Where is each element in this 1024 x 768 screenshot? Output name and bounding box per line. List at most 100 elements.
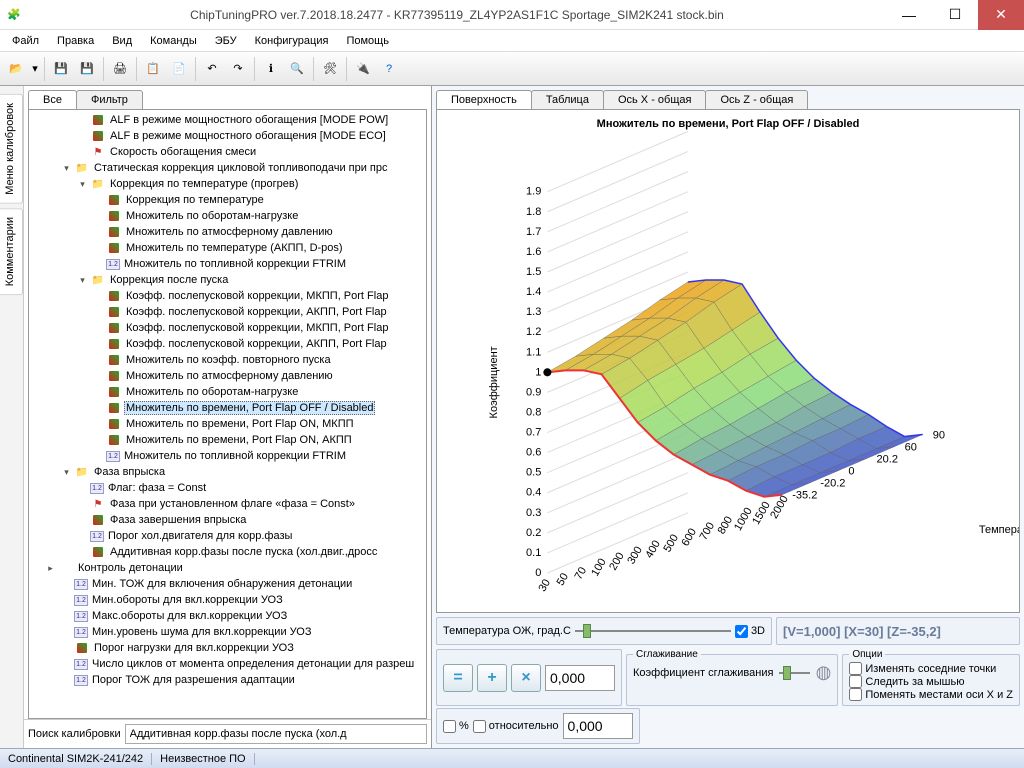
menu-view[interactable]: Вид — [104, 33, 140, 49]
tree-item[interactable]: 1.2Макс.обороты для вкл.коррекции УОЗ — [29, 608, 426, 624]
tree-item[interactable]: Аддитивная корр.фазы после пуска (хол.дв… — [29, 544, 426, 560]
undo-button[interactable]: ↶ — [200, 57, 224, 81]
tree-item[interactable]: Фаза завершения впрыска — [29, 512, 426, 528]
saveall-button[interactable]: 💾 — [75, 57, 99, 81]
svg-text:0: 0 — [848, 466, 854, 478]
svg-text:-20.2: -20.2 — [820, 478, 845, 490]
menu-ecu[interactable]: ЭБУ — [207, 33, 245, 49]
relative-checkbox[interactable] — [473, 720, 486, 733]
tree-item[interactable]: ▾📁Статическая коррекция цикловой топливо… — [29, 160, 426, 176]
tree-item[interactable]: 1.2Порог ТОЖ для разрешения адаптации — [29, 672, 426, 688]
svg-text:1.3: 1.3 — [526, 306, 541, 318]
tree-item[interactable]: ▾📁Коррекция после пуска — [29, 272, 426, 288]
opt-follow-mouse[interactable] — [849, 675, 862, 688]
tab-filter[interactable]: Фильтр — [76, 90, 143, 109]
tree-item[interactable]: ALF в режиме мощностного обогащения [MOD… — [29, 112, 426, 128]
equals-button[interactable]: = — [443, 664, 473, 692]
menubar: Файл Правка Вид Команды ЭБУ Конфигурация… — [0, 30, 1024, 52]
chart-container: Множитель по времени, Port Flap OFF / Di… — [436, 109, 1020, 613]
tree-item[interactable]: Коррекция по температуре — [29, 192, 426, 208]
tree-item[interactable]: Множитель по оборотам-нагрузке — [29, 208, 426, 224]
tree-item[interactable]: Множитель по времени, Port Flap ON, АКПП — [29, 432, 426, 448]
tree-item[interactable]: ALF в режиме мощностного обогащения [MOD… — [29, 128, 426, 144]
svg-text:0: 0 — [535, 567, 541, 579]
tree-item[interactable]: 1.2Множитель по топливной коррекции FTRI… — [29, 256, 426, 272]
tree-item[interactable]: Множитель по времени, Port Flap OFF / Di… — [29, 400, 426, 416]
menu-commands[interactable]: Команды — [142, 33, 205, 49]
connect-button[interactable]: 🔌 — [351, 57, 375, 81]
tree-item[interactable]: Коэфф. послепусковой коррекции, АКПП, Po… — [29, 304, 426, 320]
value-input-1[interactable] — [545, 665, 615, 691]
print-button[interactable]: 🖨 — [108, 57, 132, 81]
search-bar: Поиск калибровки — [24, 719, 431, 748]
smoothing-slider[interactable] — [779, 664, 809, 682]
search-button[interactable]: 🔍 — [285, 57, 309, 81]
tree-item[interactable]: Множитель по атмосферному давлению — [29, 224, 426, 240]
menu-help[interactable]: Помощь — [338, 33, 397, 49]
tree-item[interactable]: 1.2Порог хол.двигателя для корр.фазы — [29, 528, 426, 544]
tree-item[interactable]: ▸Контроль детонации — [29, 560, 426, 576]
checkbox-3d[interactable] — [735, 625, 748, 638]
menu-file[interactable]: Файл — [4, 33, 47, 49]
tree-item[interactable]: Порог нагрузки для вкл.коррекции УОЗ — [29, 640, 426, 656]
tree-item[interactable]: Множитель по атмосферному давлению — [29, 368, 426, 384]
tree-item[interactable]: Коэфф. послепусковой коррекции, МКПП, Po… — [29, 288, 426, 304]
info-button[interactable]: ℹ — [259, 57, 283, 81]
rtab-xaxis[interactable]: Ось X - общая — [603, 90, 707, 109]
tree-item[interactable]: Скорость обогащения смеси — [29, 144, 426, 160]
tree-item[interactable]: 1.2Мин.уровень шума для вкл.коррекции УО… — [29, 624, 426, 640]
tree-item[interactable]: Множитель по температуре (АКПП, D-pos) — [29, 240, 426, 256]
opt-swap-axes[interactable] — [849, 688, 862, 701]
surface-chart[interactable]: 00.10.20.30.40.50.60.70.80.911.11.21.31.… — [437, 130, 1019, 613]
maximize-button[interactable]: ☐ — [932, 0, 978, 30]
left-panel: Все Фильтр ALF в режиме мощностного обог… — [24, 86, 432, 748]
tree-item[interactable]: Коэфф. послепусковой коррекции, МКПП, Po… — [29, 320, 426, 336]
status-firmware: Неизвестное ПО — [152, 753, 254, 765]
svg-text:1.6: 1.6 — [526, 246, 541, 258]
svg-text:60: 60 — [905, 442, 917, 454]
tools-button[interactable]: 🛠 — [318, 57, 342, 81]
open-dropdown[interactable]: ▾ — [30, 57, 40, 81]
tree-item[interactable]: ▾📁Фаза впрыска — [29, 464, 426, 480]
tree-item[interactable]: 1.2Множитель по топливной коррекции FTRI… — [29, 448, 426, 464]
tree-item[interactable]: Коэфф. послепусковой коррекции, АКПП, Po… — [29, 336, 426, 352]
open-button[interactable]: 📂 — [4, 57, 28, 81]
tree-item[interactable]: Множитель по времени, Port Flap ON, МКПП — [29, 416, 426, 432]
copy-button[interactable]: 📋 — [141, 57, 165, 81]
tree-item[interactable]: 1.2Число циклов от момента определения д… — [29, 656, 426, 672]
calibration-tree[interactable]: ALF в режиме мощностного обогащения [MOD… — [28, 109, 427, 719]
tree-item[interactable]: Фаза при установленном флаге «фаза = Con… — [29, 496, 426, 512]
tree-item[interactable]: 1.2Мин. ТОЖ для включения обнаружения де… — [29, 576, 426, 592]
menu-config[interactable]: Конфигурация — [247, 33, 337, 49]
menu-edit[interactable]: Правка — [49, 33, 102, 49]
opt-neighbor[interactable] — [849, 662, 862, 675]
percent-checkbox[interactable] — [443, 720, 456, 733]
minimize-button[interactable]: — — [886, 0, 932, 30]
svg-text:0.4: 0.4 — [526, 487, 541, 499]
tree-item[interactable]: 1.2Мин.обороты для вкл.коррекции УОЗ — [29, 592, 426, 608]
value-input-2[interactable] — [563, 713, 633, 739]
save-button[interactable]: 💾 — [49, 57, 73, 81]
help-button[interactable]: ? — [377, 57, 401, 81]
sphere-icon[interactable]: ◍ — [816, 662, 832, 683]
tree-item[interactable]: Множитель по коэфф. повторного пуска — [29, 352, 426, 368]
paste-button[interactable]: 📄 — [167, 57, 191, 81]
search-input[interactable] — [125, 724, 427, 744]
redo-button[interactable]: ↷ — [226, 57, 250, 81]
rtab-surface[interactable]: Поверхность — [436, 90, 532, 109]
sidetab-calibrations[interactable]: Меню калибровок — [0, 94, 23, 204]
sidetab-comments[interactable]: Комментарии — [0, 208, 23, 295]
multiply-button[interactable]: × — [511, 664, 541, 692]
tree-item[interactable]: 1.2Флаг: фаза = Const — [29, 480, 426, 496]
tab-all[interactable]: Все — [28, 90, 77, 109]
tree-item[interactable]: ▾📁Коррекция по температуре (прогрев) — [29, 176, 426, 192]
tree-item[interactable]: Множитель по оборотам-нагрузке — [29, 384, 426, 400]
svg-text:Коэффициент: Коэффициент — [488, 346, 500, 418]
plus-button[interactable]: + — [477, 664, 507, 692]
rtab-table[interactable]: Таблица — [531, 90, 604, 109]
rtab-zaxis[interactable]: Ось Z - общая — [705, 90, 808, 109]
temp-slider[interactable] — [575, 622, 731, 640]
svg-text:0.9: 0.9 — [526, 386, 541, 398]
svg-text:1: 1 — [535, 366, 541, 378]
close-button[interactable]: ✕ — [978, 0, 1024, 30]
